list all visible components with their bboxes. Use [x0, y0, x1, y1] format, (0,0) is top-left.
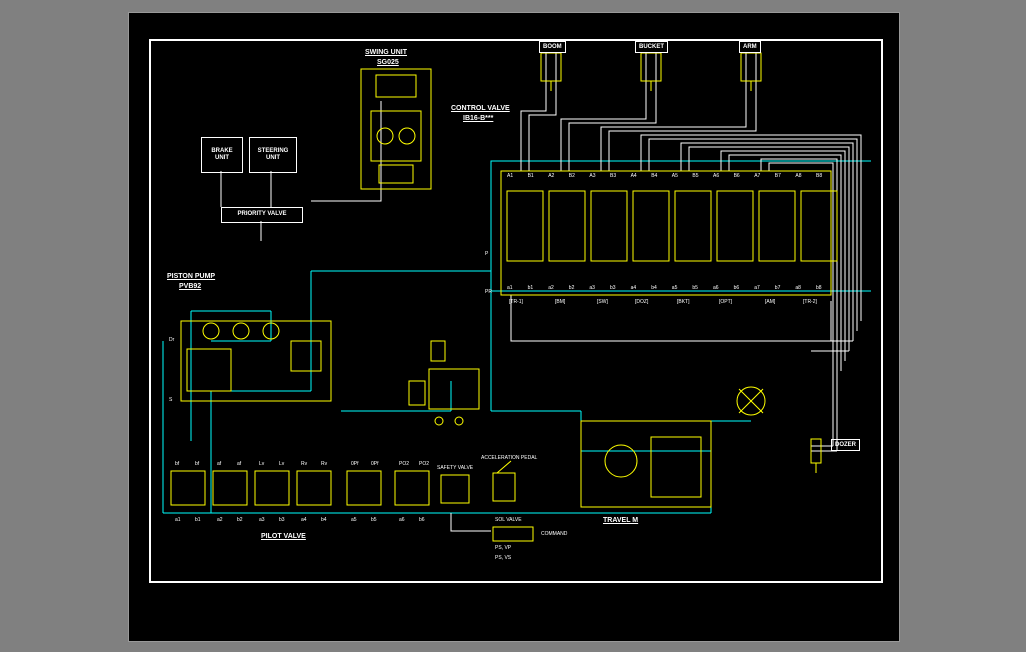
port-top: A3: [589, 173, 595, 179]
port-bot: b8: [816, 285, 822, 291]
port-top: B3: [610, 173, 616, 179]
pilot-bot-lbl: b6: [419, 517, 425, 523]
port-top: B8: [816, 173, 822, 179]
pilot-bot-lbl: a3: [259, 517, 265, 523]
tag-dozer: DOZER: [831, 439, 860, 451]
pilot-bot-lbl: b3: [279, 517, 285, 523]
sect-8: [TR-2]: [803, 299, 817, 305]
port-top: A6: [713, 173, 719, 179]
pilot-top-lbl: PO2: [399, 461, 409, 467]
port-top: A7: [754, 173, 760, 179]
port-bot: a7: [754, 285, 760, 291]
port-top: A2: [548, 173, 554, 179]
port-bot: a2: [548, 285, 554, 291]
accel-pedal-label: ACCELERATION PEDAL: [481, 455, 537, 461]
port-top: A5: [672, 173, 678, 179]
control-valve-title: CONTROL VALVE: [451, 105, 510, 112]
pilot-top-lbl: Lv: [259, 461, 264, 467]
port-bot: b7: [775, 285, 781, 291]
port-bot: b1: [528, 285, 534, 291]
sect-2: [BM]: [555, 299, 565, 305]
safety-valve-label: SAFETY VALVE: [437, 465, 473, 471]
port-s: S: [169, 397, 172, 403]
port-bot: a4: [631, 285, 637, 291]
piston-pump-title: PISTON PUMP: [167, 273, 215, 280]
port-top: B1: [528, 173, 534, 179]
port-p: P: [485, 251, 488, 257]
sect-7: [AM]: [765, 299, 775, 305]
pilot-bot-lbl: a1: [175, 517, 181, 523]
pilot-top-lbl: bf: [175, 461, 179, 467]
aux-box-links: [151, 41, 351, 241]
port-top: A4: [631, 173, 637, 179]
swing-unit-sub: SG025: [377, 59, 399, 66]
tag-boom: BOOM: [539, 41, 566, 53]
pilot-top-lbl: bf: [195, 461, 199, 467]
pilot-top-lbl: 0Pf: [371, 461, 379, 467]
tag-bucket: BUCKET: [635, 41, 668, 53]
port-top: A8: [795, 173, 801, 179]
pilot-bot-lbl: a4: [301, 517, 307, 523]
pilot-top-lbl: Lv: [279, 461, 284, 467]
lbl-psvp: PS, VP: [495, 545, 511, 551]
pilot-valve-title: PILOT VALVE: [261, 533, 306, 540]
port-top: B6: [734, 173, 740, 179]
port-bot: b6: [734, 285, 740, 291]
port-bot: b3: [610, 285, 616, 291]
pilot-bot-lbl: b2: [237, 517, 243, 523]
travel-m-title: TRAVEL M: [603, 517, 638, 524]
pilot-bot-lbl: a5: [351, 517, 357, 523]
sect-3: [SW]: [597, 299, 608, 305]
port-top: B4: [651, 173, 657, 179]
port-top: B7: [775, 173, 781, 179]
port-bot: b4: [651, 285, 657, 291]
sect-5: [BKT]: [677, 299, 690, 305]
swing-unit-title: SWING UNIT: [365, 49, 407, 56]
sol-valve-label: SOL VALVE: [495, 517, 522, 523]
port-top: B5: [692, 173, 698, 179]
pilot-top-lbl: Rv: [301, 461, 307, 467]
port-top: B2: [569, 173, 575, 179]
port-bot: a6: [713, 285, 719, 291]
sect-6: [OPT]: [719, 299, 732, 305]
pilot-bot-lbl: a2: [217, 517, 223, 523]
pilot-top-lbl: PO2: [419, 461, 429, 467]
port-bot: a8: [795, 285, 801, 291]
pilot-top-lbl: 0Pf: [351, 461, 359, 467]
pilot-top-lbl: af: [217, 461, 221, 467]
pilot-bot-lbl: b5: [371, 517, 377, 523]
piston-pump-sub: PVB92: [179, 283, 201, 290]
pilot-top-lbl: Rv: [321, 461, 327, 467]
control-valve-sub: IB16-B***: [463, 115, 493, 122]
drawing-border: SWING UNIT SG025 CONTROL VALVE IB16-B***…: [149, 39, 883, 583]
tag-arm: ARM: [739, 41, 761, 53]
pilot-bot-lbl: b4: [321, 517, 327, 523]
port-bot: a3: [589, 285, 595, 291]
port-bot: b5: [692, 285, 698, 291]
port-bot: a1: [507, 285, 513, 291]
sect-4: [DOZ]: [635, 299, 648, 305]
sect-1: [TR-1]: [509, 299, 523, 305]
port-pr: PR: [485, 289, 492, 295]
pilot-bot-lbl: b1: [195, 517, 201, 523]
pilot-bot-lbl: a6: [399, 517, 405, 523]
port-dr: Dr: [169, 337, 174, 343]
lbl-psvs: PS, VS: [495, 555, 511, 561]
pilot-top-lbl: af: [237, 461, 241, 467]
port-top: A1: [507, 173, 513, 179]
port-bot: a5: [672, 285, 678, 291]
lbl-command: COMMAND: [541, 531, 567, 537]
port-bot: b2: [569, 285, 575, 291]
cad-viewport[interactable]: SWING UNIT SG025 CONTROL VALVE IB16-B***…: [128, 12, 900, 642]
